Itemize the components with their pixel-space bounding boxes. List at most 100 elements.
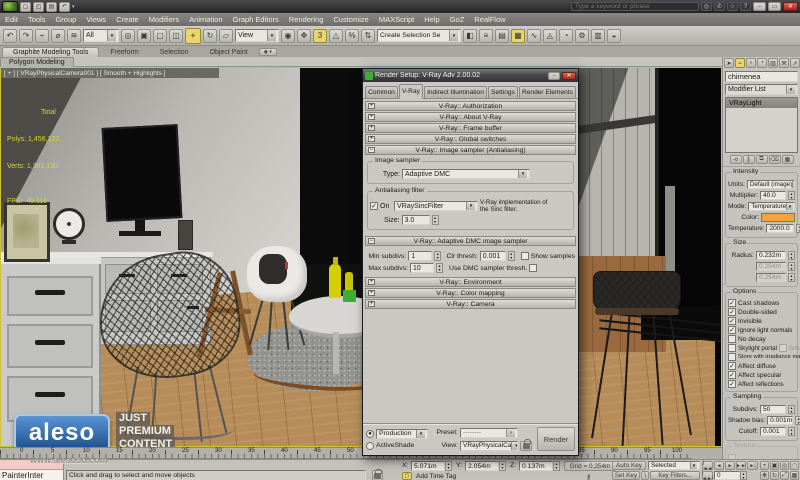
temperature-field[interactable]: 2000.0 bbox=[766, 224, 795, 233]
ignore-light-normals-checkbox[interactable]: ✓ bbox=[728, 326, 736, 334]
units-dropdown[interactable]: Default (image)▾ bbox=[746, 180, 795, 189]
snaps-toggle-icon[interactable]: 3 bbox=[313, 28, 327, 43]
rollout-about-vray[interactable]: + V-Ray:: About V-Ray bbox=[365, 112, 576, 122]
min-subdivs-spinner[interactable]: ▴ ▾ bbox=[434, 251, 442, 261]
production-dropdown[interactable]: Production ▾ bbox=[376, 428, 428, 439]
spinner-snap-icon[interactable]: ⇅ bbox=[361, 28, 375, 43]
shadow-bias-spinner[interactable]: ▴ ▾ bbox=[795, 416, 800, 425]
isolate-toggle-icon[interactable]: ▢ bbox=[402, 472, 412, 480]
previous-frame-icon[interactable]: ◄ bbox=[714, 461, 724, 470]
render-button[interactable]: Render bbox=[537, 427, 575, 451]
window-crossing-icon[interactable]: ◫ bbox=[169, 28, 183, 43]
rollout-authorization[interactable]: + V-Ray:: Authorization bbox=[365, 101, 576, 111]
remove-modifier-icon[interactable]: ⌫ bbox=[768, 155, 781, 164]
utilities-tab-icon[interactable]: ⚒ bbox=[779, 58, 789, 68]
clr-thresh-spinner[interactable]: ▴ ▾ bbox=[507, 251, 515, 261]
open-file-icon[interactable]: ◰ bbox=[33, 1, 44, 12]
curve-editor-icon[interactable]: ∿ bbox=[527, 28, 541, 43]
rollout-camera[interactable]: + V-Ray:: Camera bbox=[365, 299, 576, 309]
tab-render-elements[interactable]: Render Elements bbox=[518, 86, 577, 98]
zoom-extents-icon[interactable]: ◎ bbox=[780, 461, 789, 470]
menu-customize[interactable]: Customize bbox=[328, 13, 373, 26]
subdivs-field[interactable]: 50 bbox=[760, 405, 786, 414]
maximize-window-icon[interactable]: ▭ bbox=[768, 2, 781, 11]
bind-spacewarp-icon[interactable]: ≋ bbox=[67, 28, 81, 43]
rollout-adaptive-dmc[interactable]: − V-Ray:: Adaptive DMC image sampler bbox=[365, 236, 576, 246]
zoom-icon[interactable]: + bbox=[760, 461, 769, 470]
dialog-titlebar[interactable]: Render Setup: V-Ray Adv 2.00.02 − ✕ bbox=[363, 69, 578, 82]
cast-shadows-checkbox[interactable]: ✓ bbox=[728, 299, 736, 307]
angle-snap-icon[interactable]: △ bbox=[329, 28, 343, 43]
shadow-bias-field[interactable]: 0.001m bbox=[767, 416, 794, 425]
create-tab-icon[interactable]: ➤ bbox=[724, 58, 734, 68]
mode-dropdown[interactable]: Temperature ▾ bbox=[748, 202, 795, 211]
tab-settings[interactable]: Settings bbox=[487, 86, 518, 98]
key-mode-icon[interactable]: |◄►| bbox=[702, 470, 713, 480]
redo-icon[interactable]: ↷ bbox=[19, 28, 33, 43]
select-manipulate-icon[interactable]: ✥ bbox=[297, 28, 311, 43]
nav-extra-icon[interactable]: ▦ bbox=[790, 471, 799, 480]
configure-modifier-sets-icon[interactable]: ▦ bbox=[781, 155, 794, 164]
modifier-list-dropdown[interactable]: Modifier List ▾ bbox=[725, 84, 798, 95]
search-icon[interactable]: ◎ bbox=[701, 2, 712, 11]
view-lock-button[interactable] bbox=[520, 438, 532, 451]
affect-specular-checkbox[interactable]: ✓ bbox=[728, 371, 736, 379]
select-scale-icon[interactable]: ▱ bbox=[219, 28, 233, 43]
tab-indirect-illumination[interactable]: Indirect Illumination bbox=[424, 86, 487, 98]
min-subdivs-field[interactable]: 1 bbox=[408, 251, 433, 261]
material-editor-icon[interactable]: ◔ bbox=[559, 28, 573, 43]
save-file-icon[interactable]: ▤ bbox=[46, 1, 57, 12]
schematic-view-icon[interactable]: ◬ bbox=[543, 28, 557, 43]
orbit-icon[interactable]: ↻ bbox=[770, 471, 779, 480]
selection-filter-dropdown[interactable]: All ▾ bbox=[83, 29, 119, 42]
temperature-spinner[interactable]: ▴▾ bbox=[796, 224, 800, 233]
undo-icon[interactable]: ↶ bbox=[3, 28, 17, 43]
stack-item-vraylight[interactable]: VRayLight bbox=[726, 98, 797, 108]
make-unique-icon[interactable]: ⧉ bbox=[755, 155, 768, 164]
affect-reflections-checkbox[interactable]: ✓ bbox=[728, 380, 736, 388]
skylight-portal-checkbox[interactable] bbox=[728, 344, 736, 352]
display-tab-icon[interactable]: ▥ bbox=[768, 58, 778, 68]
favorites-icon[interactable]: ☆ bbox=[727, 2, 738, 11]
set-key-button[interactable]: Set Key bbox=[612, 471, 640, 480]
new-scene-icon[interactable]: ▢ bbox=[20, 1, 31, 12]
menu-rendering[interactable]: Rendering bbox=[284, 13, 329, 26]
close-window-icon[interactable]: ✕ bbox=[783, 2, 798, 11]
menu-realflow[interactable]: RealFlow bbox=[469, 13, 510, 26]
z-field[interactable]: 0.137m bbox=[519, 461, 553, 471]
play-icon[interactable]: ► bbox=[725, 461, 735, 470]
select-by-name-icon[interactable]: ▣ bbox=[137, 28, 151, 43]
zoom-all-icon[interactable]: ▣ bbox=[770, 461, 779, 470]
menu-group[interactable]: Group bbox=[50, 13, 81, 26]
ribbon-subtab-polygon-modeling[interactable]: Polygon Modeling bbox=[0, 56, 74, 67]
align-icon[interactable]: ≡ bbox=[479, 28, 493, 43]
tab-vray[interactable]: V-Ray bbox=[398, 84, 423, 99]
help-icon[interactable]: ? bbox=[740, 2, 751, 11]
unlink-icon[interactable]: ⌀ bbox=[51, 28, 65, 43]
current-frame-field[interactable]: 0 bbox=[714, 471, 740, 480]
render-setup-icon[interactable]: ⚙ bbox=[575, 28, 589, 43]
store-irradiance-checkbox[interactable] bbox=[728, 353, 736, 361]
rollout-color-mapping[interactable]: + V-Ray:: Color mapping bbox=[365, 288, 576, 298]
y-field[interactable]: 2.054m bbox=[465, 461, 499, 471]
show-end-result-icon[interactable]: ∥ bbox=[742, 155, 755, 164]
ribbon-tab-object-paint[interactable]: Object Paint bbox=[200, 48, 258, 57]
x-field[interactable]: 5.071m bbox=[411, 461, 445, 471]
menu-modifiers[interactable]: Modifiers bbox=[144, 13, 184, 26]
max-logo-icon[interactable] bbox=[2, 1, 18, 12]
rollout-frame-buffer[interactable]: + V-Ray:: Frame buffer bbox=[365, 123, 576, 133]
select-rotate-icon[interactable]: ↻ bbox=[203, 28, 217, 43]
graphite-toggle-icon[interactable]: ▦ bbox=[511, 28, 525, 43]
selection-lock-icon[interactable] bbox=[372, 468, 383, 480]
reference-coordinate-dropdown[interactable]: View ▾ bbox=[235, 29, 279, 42]
menu-graph-editors[interactable]: Graph Editors bbox=[228, 13, 284, 26]
menu-edit[interactable]: Edit bbox=[0, 13, 23, 26]
viewport[interactable]: [ + ] [ VRayPhysicalCamera001 ] [ Smooth… bbox=[0, 67, 722, 447]
create-selection-set-dropdown[interactable]: Create Selection Se ▾ bbox=[377, 29, 461, 42]
subdivs-spinner[interactable]: ▴ ▾ bbox=[788, 405, 795, 414]
clr-thresh-field[interactable]: 0.001 bbox=[479, 251, 506, 261]
cutoff-spinner[interactable]: ▴ ▾ bbox=[788, 427, 795, 436]
rollout-environment[interactable]: + V-Ray:: Environment bbox=[365, 277, 576, 287]
search-input[interactable] bbox=[571, 2, 699, 11]
y-spinner[interactable]: ▴ ▾ bbox=[499, 461, 506, 471]
